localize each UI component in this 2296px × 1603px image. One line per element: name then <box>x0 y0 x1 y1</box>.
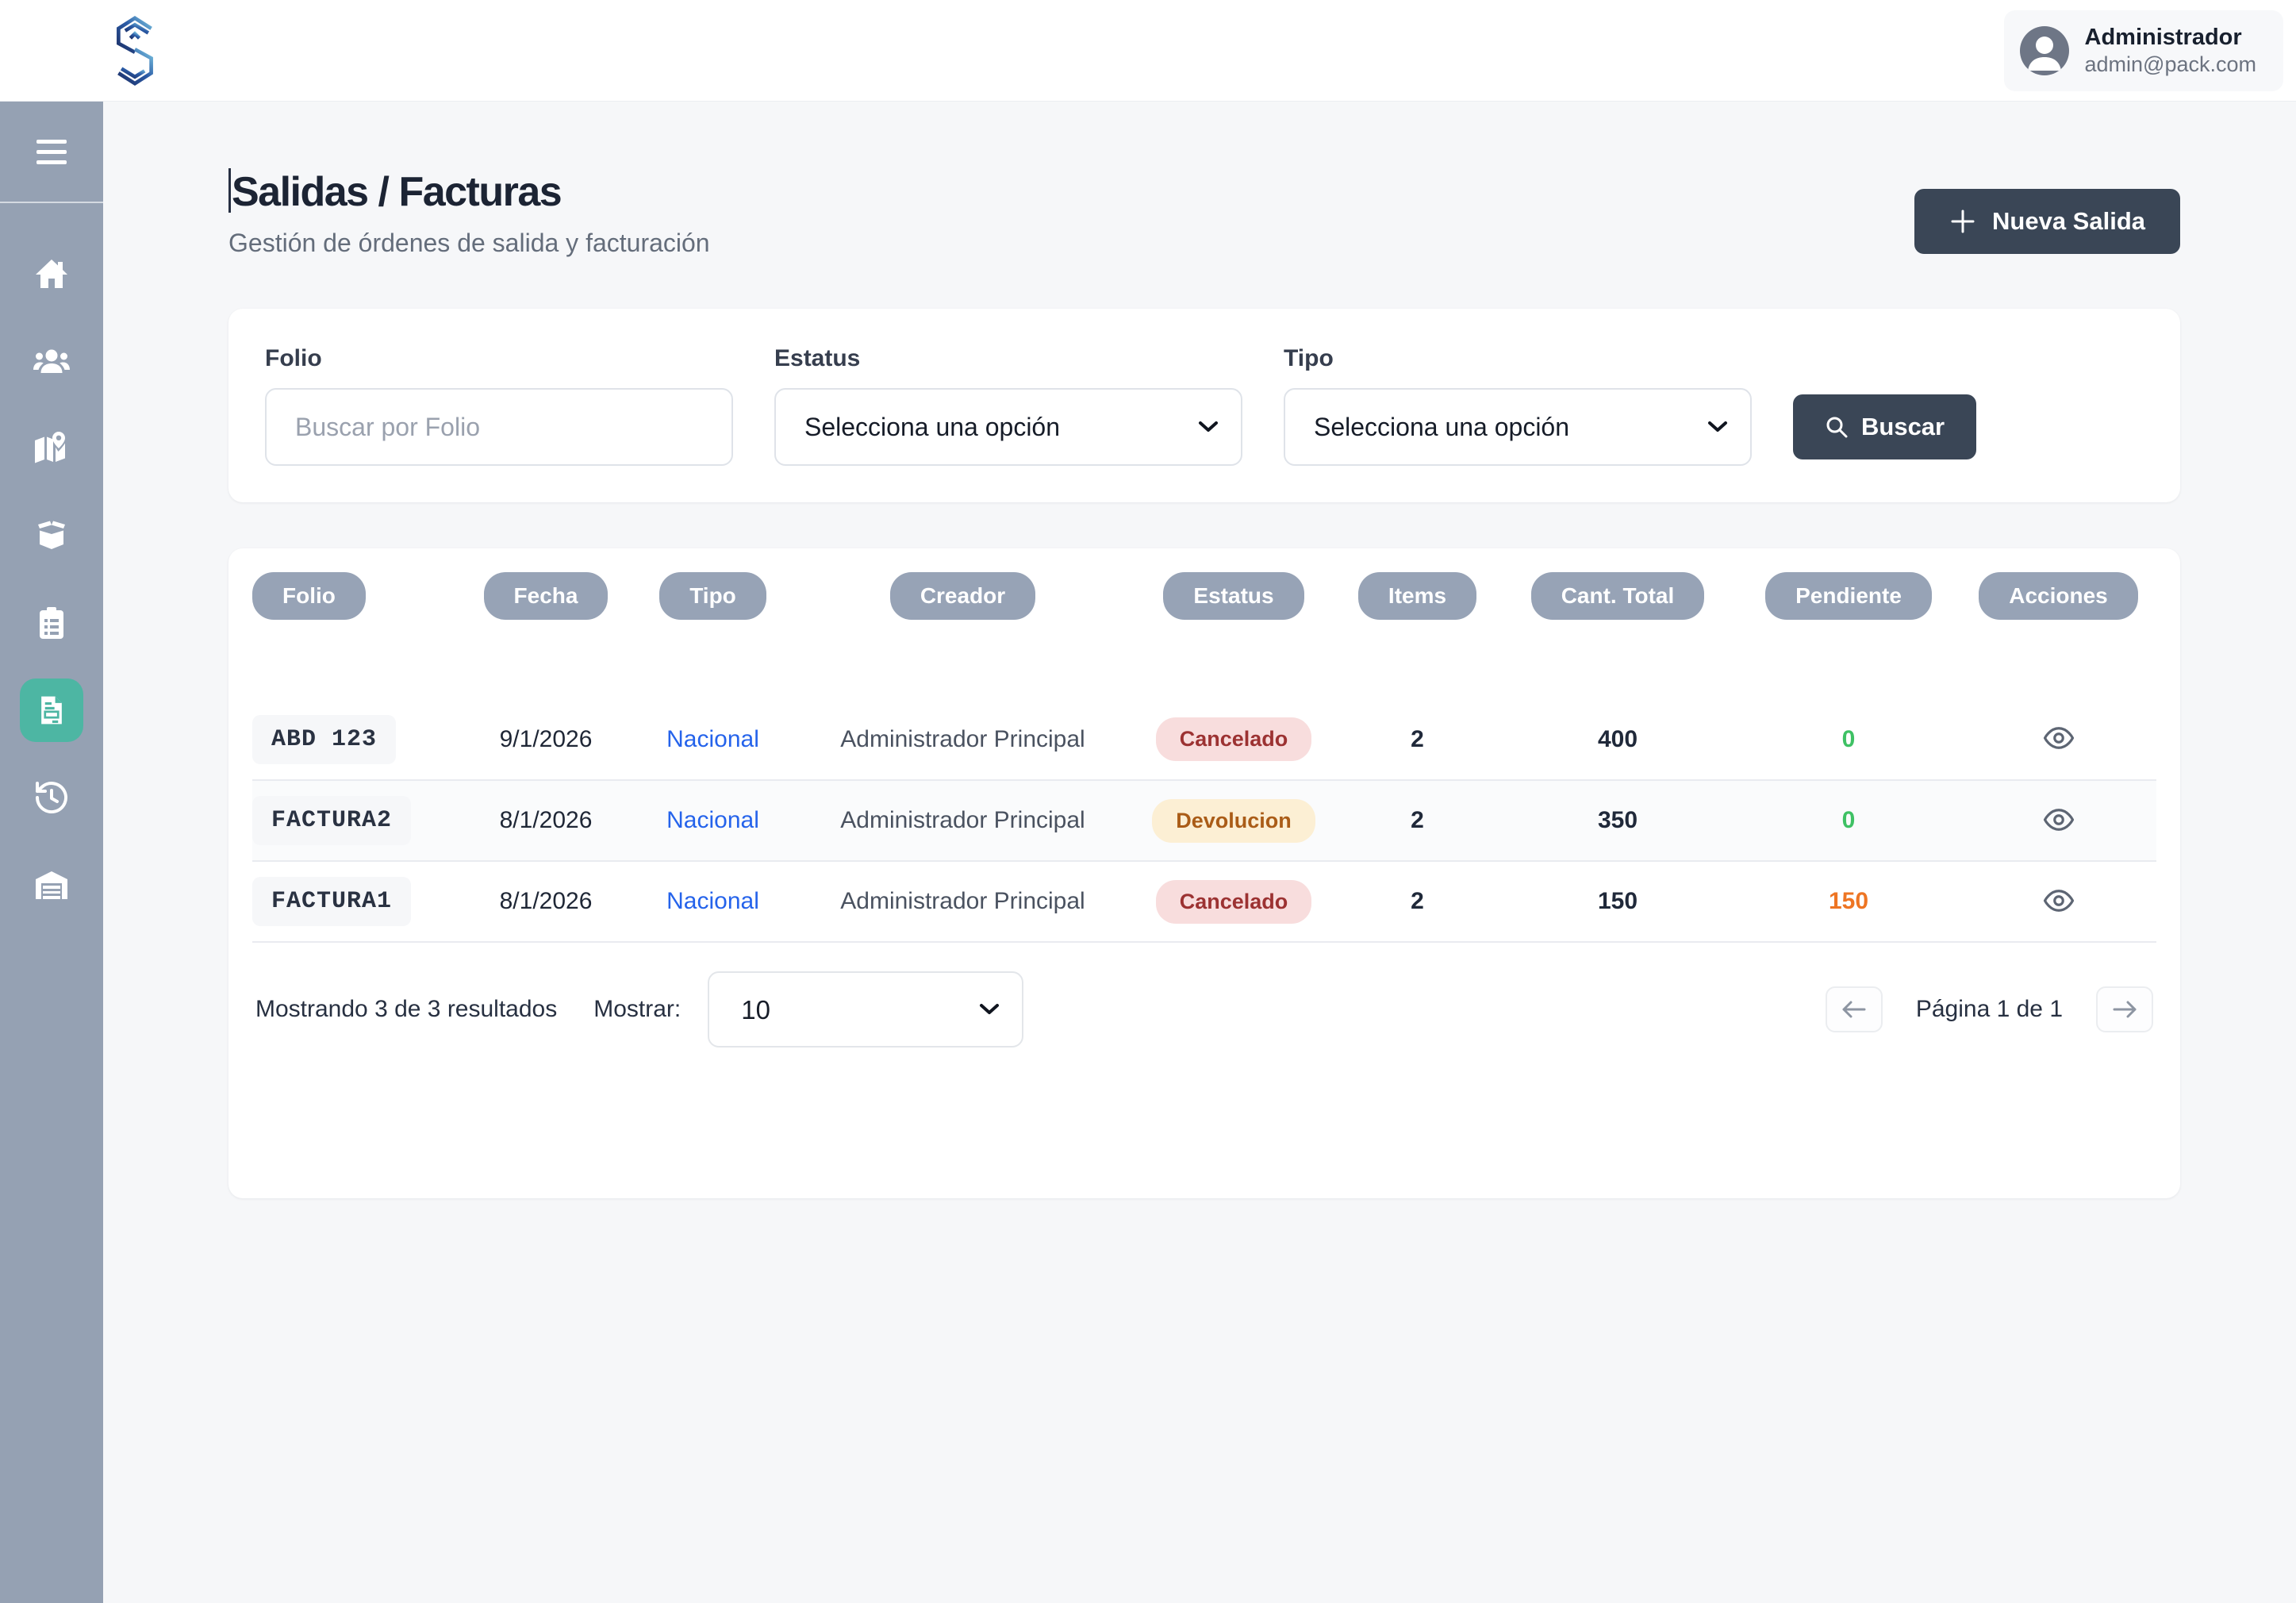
table-row: FACTURA1 8/1/2026 Nacional Administrador… <box>252 861 2156 942</box>
table-row: FACTURA2 8/1/2026 Nacional Administrador… <box>252 780 2156 861</box>
results-panel: Folio Fecha Tipo Creador Estatus Items C… <box>228 548 2180 1198</box>
col-tipo: Tipo <box>659 572 766 620</box>
per-page-select[interactable]: 10 <box>708 971 1023 1048</box>
fecha-cell: 8/1/2026 <box>460 780 632 861</box>
folio-badge: FACTURA1 <box>252 877 411 926</box>
top-bar: Administrador admin@pack.com <box>0 0 2296 102</box>
user-menu[interactable]: Administrador admin@pack.com <box>2004 10 2284 91</box>
col-pendiente: Pendiente <box>1765 572 1932 620</box>
creador-cell: Administrador Principal <box>794 780 1131 861</box>
sidebar-item-warehouse[interactable] <box>0 841 103 928</box>
app-logo <box>111 13 159 88</box>
arrow-left-icon <box>1841 999 1868 1020</box>
filters-panel: Folio Estatus Selecciona una opción Tipo… <box>228 309 2180 502</box>
table-header-row: Folio Fecha Tipo Creador Estatus Items C… <box>252 572 2156 699</box>
table-row: ABD 123 9/1/2026 Nacional Administrador … <box>252 699 2156 780</box>
home-icon <box>33 255 71 293</box>
page-indicator: Página 1 de 1 <box>1916 996 2063 1023</box>
user-email: admin@pack.com <box>2085 52 2257 79</box>
history-icon <box>33 778 71 817</box>
creador-cell: Administrador Principal <box>794 699 1131 780</box>
items-cell: 2 <box>1336 699 1499 780</box>
pendiente-cell: 150 <box>1737 861 1960 942</box>
active-item-highlight <box>20 678 83 742</box>
buscar-button[interactable]: Buscar <box>1793 394 1976 459</box>
pagination-bar: Mostrando 3 de 3 resultados Mostrar: 10 … <box>252 971 2156 1048</box>
col-fecha: Fecha <box>484 572 609 620</box>
next-page-button[interactable] <box>2096 986 2153 1032</box>
prev-page-button[interactable] <box>1826 986 1883 1032</box>
clipboard-list-icon <box>33 604 71 642</box>
sidebar-item-history[interactable] <box>0 754 103 841</box>
page-subtitle: Gestión de órdenes de salida y facturaci… <box>228 229 710 258</box>
fecha-cell: 9/1/2026 <box>460 699 632 780</box>
folio-search-input[interactable] <box>265 388 733 466</box>
estatus-label: Estatus <box>774 345 1242 372</box>
sidebar <box>0 102 103 1603</box>
cant-total-cell: 400 <box>1499 699 1737 780</box>
status-badge: Cancelado <box>1156 880 1312 924</box>
results-summary: Mostrando 3 de 3 resultados <box>255 996 557 1023</box>
view-details-button[interactable] <box>2037 717 2080 762</box>
salidas-table: Folio Fecha Tipo Creador Estatus Items C… <box>252 572 2156 943</box>
cant-total-cell: 350 <box>1499 780 1737 861</box>
new-salida-button[interactable]: Nueva Salida <box>1914 189 2180 254</box>
text-cursor <box>228 168 231 213</box>
search-icon <box>1825 415 1849 439</box>
menu-toggle-button[interactable] <box>0 102 103 203</box>
status-badge: Cancelado <box>1156 717 1312 761</box>
sidebar-item-locations[interactable] <box>0 405 103 492</box>
view-details-button[interactable] <box>2037 798 2080 844</box>
pendiente-cell: 0 <box>1737 780 1960 861</box>
map-pin-icon <box>33 429 71 467</box>
status-badge: Devolucion <box>1152 799 1315 843</box>
sidebar-item-products[interactable] <box>0 492 103 579</box>
col-folio: Folio <box>252 572 366 620</box>
sidebar-nav <box>0 203 103 928</box>
page-title: Salidas / Facturas <box>228 168 710 216</box>
eye-icon <box>2042 721 2075 755</box>
col-cant-total: Cant. Total <box>1531 572 1705 620</box>
col-acciones: Acciones <box>1979 572 2138 620</box>
sidebar-item-users[interactable] <box>0 317 103 405</box>
folio-badge: ABD 123 <box>252 715 396 764</box>
tipo-link[interactable]: Nacional <box>666 888 759 914</box>
col-creador: Creador <box>890 572 1035 620</box>
sidebar-item-home[interactable] <box>0 230 103 317</box>
tipo-select[interactable]: Selecciona una opción <box>1284 388 1752 466</box>
cant-total-cell: 150 <box>1499 861 1737 942</box>
col-items: Items <box>1358 572 1476 620</box>
tipo-link[interactable]: Nacional <box>666 726 759 752</box>
folio-badge: FACTURA2 <box>252 796 411 845</box>
view-details-button[interactable] <box>2037 879 2080 925</box>
tipo-label: Tipo <box>1284 345 1752 372</box>
sidebar-item-invoices[interactable] <box>0 667 103 754</box>
users-icon <box>33 342 71 380</box>
fecha-cell: 8/1/2026 <box>460 861 632 942</box>
tipo-link[interactable]: Nacional <box>666 807 759 833</box>
items-cell: 2 <box>1336 780 1499 861</box>
col-estatus: Estatus <box>1163 572 1303 620</box>
user-avatar-icon <box>2020 26 2069 75</box>
arrow-right-icon <box>2111 999 2138 1020</box>
folio-label: Folio <box>265 345 733 372</box>
main-content: Salidas / Facturas Gestión de órdenes de… <box>103 102 2296 1603</box>
eye-icon <box>2042 884 2075 917</box>
user-name: Administrador <box>2085 23 2257 52</box>
items-cell: 2 <box>1336 861 1499 942</box>
estatus-select[interactable]: Selecciona una opción <box>774 388 1242 466</box>
box-open-icon <box>33 517 71 555</box>
plus-icon <box>1949 208 1976 235</box>
eye-icon <box>2042 803 2075 836</box>
invoice-icon <box>34 693 69 728</box>
creador-cell: Administrador Principal <box>794 861 1131 942</box>
hamburger-icon <box>36 140 67 144</box>
sidebar-item-orders[interactable] <box>0 579 103 667</box>
pendiente-cell: 0 <box>1737 699 1960 780</box>
per-page-label: Mostrar: <box>593 996 681 1023</box>
warehouse-icon <box>33 866 71 904</box>
